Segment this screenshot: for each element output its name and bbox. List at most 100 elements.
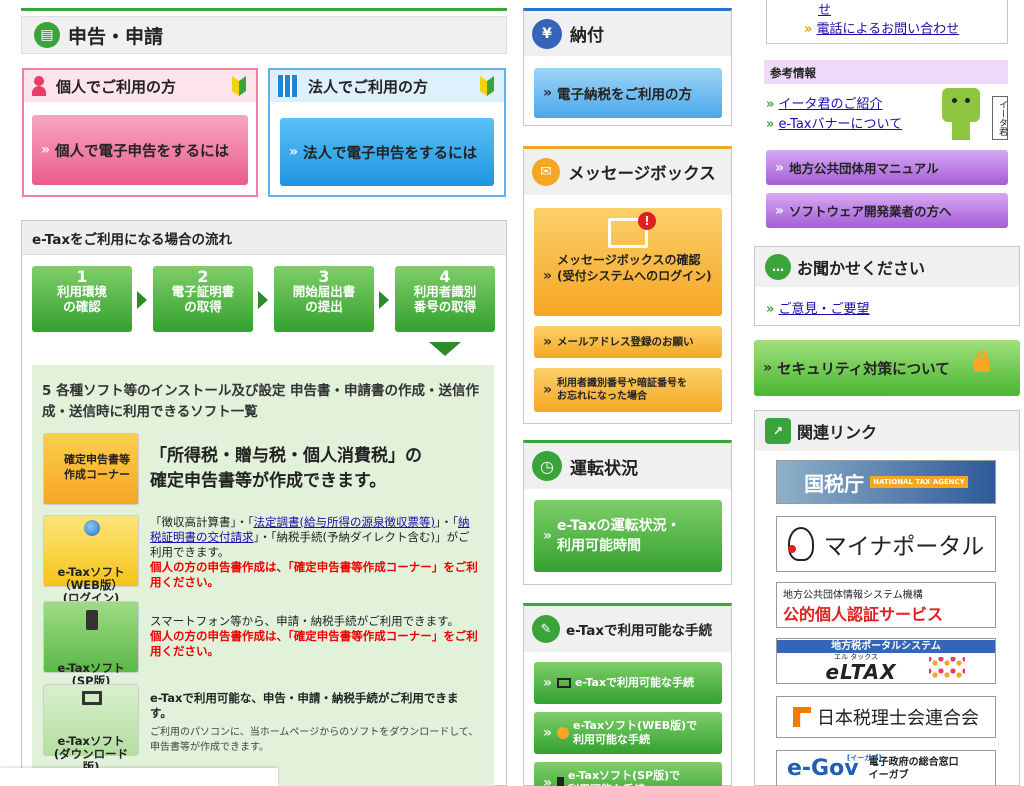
chevron-right-icon: » bbox=[543, 775, 553, 786]
individual-header: 個人でご利用の方 bbox=[24, 70, 256, 102]
eltax-name: eLTAX bbox=[825, 660, 897, 684]
reference-header: 参考情報 bbox=[764, 60, 1008, 84]
desc-text: スマートフォン等から、申請・納税手続がご利用できます。 bbox=[150, 614, 460, 628]
desc-text: 「徴収高計算書」・「 bbox=[150, 515, 254, 529]
notice-red: 個人の方の申告書作成は、「確定申告書等作成コーナー」をご利用ください。 bbox=[150, 629, 478, 658]
jfta-mark-icon bbox=[793, 707, 811, 727]
desc-text: 」・「 bbox=[434, 515, 458, 529]
procedures-header: ✎ e-Taxで利用可能な手続 bbox=[524, 606, 731, 652]
jpki-logo-link[interactable]: 地方公共団体情報システム機構 公的個人認証サービス bbox=[776, 582, 996, 628]
corporate-label: 法人でご利用の方 bbox=[308, 77, 429, 96]
jpki-name: 公的個人認証サービス bbox=[783, 604, 944, 624]
computer-icon bbox=[557, 678, 572, 688]
corporate-efile-button[interactable]: » 法人で電子申告をするには bbox=[280, 118, 494, 186]
feedback-header: … お聞かせください bbox=[755, 247, 1019, 287]
eltax-mascots-icon bbox=[929, 657, 965, 679]
security-label: セキュリティ対策について bbox=[777, 361, 950, 378]
computer-icon bbox=[82, 691, 102, 705]
egov-sub: 電子政府の総合窓口 イーガブ bbox=[868, 756, 959, 781]
smartphone-icon bbox=[86, 610, 98, 630]
forgot-id-button[interactable]: » 利用者識別番号や暗証番号を お忘れになった場合 bbox=[534, 368, 722, 412]
jpki-top: 地方公共団体情報システム機構 bbox=[783, 589, 923, 601]
related-title: 関連リンク bbox=[797, 423, 878, 442]
step-number: 4 bbox=[439, 267, 451, 286]
developer-button[interactable]: » ソフトウェア開発業者の方へ bbox=[766, 193, 1008, 228]
banner-link[interactable]: e-Taxバナーについて bbox=[779, 117, 903, 132]
shinkoku-header: ▤ 申告・申請 bbox=[21, 16, 507, 54]
flow-step-2[interactable]: 2 電子証明書 の取得 bbox=[153, 266, 253, 332]
operation-status-button[interactable]: » e-Taxの運転状況・ 利用可能時間 bbox=[534, 500, 722, 572]
globe-icon bbox=[557, 727, 570, 739]
notice-red: 個人の方の申告書作成は、「確定申告書等作成コーナー」をご利用ください。 bbox=[150, 560, 478, 589]
local-gov-manual-label: 地方公共団体用マニュアル bbox=[789, 161, 939, 176]
hotei-chosho-link[interactable]: 法定調書(給与所得の源泉徴収票等) bbox=[254, 515, 435, 529]
corporate-header: 法人でご利用の方 bbox=[270, 70, 504, 102]
forgot-id-label: 利用者識別番号や暗証番号を お忘れになった場合 bbox=[557, 378, 688, 402]
operation-status-label: e-Taxの運転状況・ 利用可能時間 bbox=[557, 518, 681, 554]
step-label: 開始届出書 の提出 bbox=[292, 284, 356, 314]
feedback-link[interactable]: ご意見・ご要望 bbox=[779, 302, 870, 317]
inquiry-partial-link[interactable]: せ bbox=[818, 0, 831, 18]
messagebox-header: ✉ メッセージボックス bbox=[524, 149, 731, 195]
etax-web-button[interactable]: e-Taxソフト （WEB版） (ログイン) bbox=[43, 515, 139, 605]
flow-step-4[interactable]: 4 利用者識別 番号の取得 bbox=[395, 266, 495, 332]
individual-efile-label: 個人で電子申告をするには bbox=[55, 143, 230, 160]
messagebox-login-button[interactable]: ! » メッセージボックスの確認 (受付システムへのログイン) bbox=[534, 208, 722, 316]
egov-ruby: [イーガブ] bbox=[847, 754, 882, 762]
epayment-button[interactable]: » 電子納税をご利用の方 bbox=[534, 68, 722, 118]
desc-text: e-Taxで利用可能な、申告・申請・納税手続がご利用できます。 bbox=[150, 691, 459, 720]
chevron-right-icon: » bbox=[775, 159, 785, 176]
procedures-label: e-Taxで利用可能な手続 bbox=[575, 676, 695, 689]
rabbit-mascot-icon bbox=[787, 527, 814, 561]
yen-coin-icon: ¥ bbox=[532, 18, 562, 49]
kakutei-headline: 「所得税・贈与税・個人消費税」の 確定申告書等が作成できます。 bbox=[150, 446, 422, 491]
eta-mascot-icon bbox=[942, 88, 982, 142]
eta-intro-link[interactable]: イータ君のご紹介 bbox=[779, 97, 883, 112]
document-icon: ▤ bbox=[34, 22, 60, 48]
chevron-right-icon: » bbox=[766, 117, 775, 132]
chevron-right-icon: » bbox=[543, 725, 553, 741]
eltax-logo-link[interactable]: 地方税ポータルシステム エル タックス eLTAX bbox=[776, 638, 996, 684]
procedures-button-2[interactable]: » e-Taxソフト(WEB版)で 利用可能な手続 bbox=[534, 712, 722, 754]
chevron-right-icon: » bbox=[543, 85, 553, 101]
related-header: ↗ 関連リンク bbox=[755, 411, 1019, 451]
individual-efile-button[interactable]: » 個人で電子申告をするには bbox=[32, 115, 248, 185]
chevron-right-icon: » bbox=[804, 22, 813, 37]
epayment-label: 電子納税をご利用の方 bbox=[557, 87, 693, 103]
banner-row: » e-Taxバナーについて bbox=[766, 113, 902, 132]
etax-download-desc: e-Taxで利用可能な、申告・申請・納税手続がご利用できます。 ご利用のパソコン… bbox=[150, 691, 480, 755]
etax-web-icon bbox=[84, 520, 100, 536]
flow-step-3[interactable]: 3 開始届出書 の提出 bbox=[274, 266, 374, 332]
procedures-button-3[interactable]: » e-Taxソフト(SP版)で 利用可能な手続 bbox=[534, 762, 722, 786]
local-gov-manual-button[interactable]: » 地方公共団体用マニュアル bbox=[766, 150, 1008, 185]
step-label: 利用環境 の確認 bbox=[56, 284, 107, 314]
phone-inquiry-link[interactable]: 電話によるお問い合わせ bbox=[817, 22, 960, 37]
status-header: ◷ 運転状況 bbox=[524, 443, 731, 489]
egov-logo-link[interactable]: e-Gov [イーガブ] 電子政府の総合窓口 イーガブ bbox=[776, 750, 996, 786]
mynaportal-logo-link[interactable]: マイナポータル bbox=[776, 516, 996, 572]
feedback-row: » ご意見・ご要望 bbox=[766, 298, 870, 317]
etax-download-button[interactable]: e-Taxソフト (ダウンロード 版) bbox=[43, 684, 139, 774]
phone-inquiry-row: » 電話によるお問い合わせ bbox=[804, 18, 959, 37]
jfta-logo-link[interactable]: 日本税理士会連合会 bbox=[776, 696, 996, 738]
padlock-shackle bbox=[977, 350, 987, 360]
chevron-right-icon: » bbox=[763, 360, 773, 376]
security-button[interactable]: » セキュリティ対策について bbox=[754, 340, 1020, 396]
arrow-right-icon bbox=[258, 291, 268, 309]
step5-heading: 5 各種ソフト等のインストール及び設定 申告書・申請書の作成・送信作成・送信時に… bbox=[42, 383, 480, 420]
flow-header: e-Taxをご利用になる場合の流れ bbox=[22, 221, 506, 255]
smartphone-icon bbox=[557, 777, 565, 786]
email-register-button[interactable]: » メールアドレス登録のお願い bbox=[534, 326, 722, 358]
flow-step-1[interactable]: 1 利用環境 の確認 bbox=[32, 266, 132, 332]
alert-badge-icon: ! bbox=[638, 212, 656, 230]
etax-sp-button[interactable]: e-Taxソフト (SP版) bbox=[43, 601, 139, 688]
mascot-tag: イータ君 bbox=[992, 96, 1008, 140]
nta-logo-link[interactable]: 国税庁 NATIONAL TAX AGENCY bbox=[776, 460, 996, 504]
flow-title: e-Taxをご利用になる場合の流れ bbox=[32, 231, 233, 248]
chevron-right-icon: » bbox=[543, 675, 553, 691]
speech-bubble-icon: … bbox=[765, 254, 791, 280]
procedures-button-1[interactable]: » e-Taxで利用可能な手続 bbox=[534, 662, 722, 704]
overlay-bar bbox=[0, 768, 278, 786]
kakutei-corner-button[interactable]: 確定申告書等 作成コーナー bbox=[43, 433, 139, 505]
corporate-efile-label: 法人で電子申告をするには bbox=[303, 145, 478, 162]
